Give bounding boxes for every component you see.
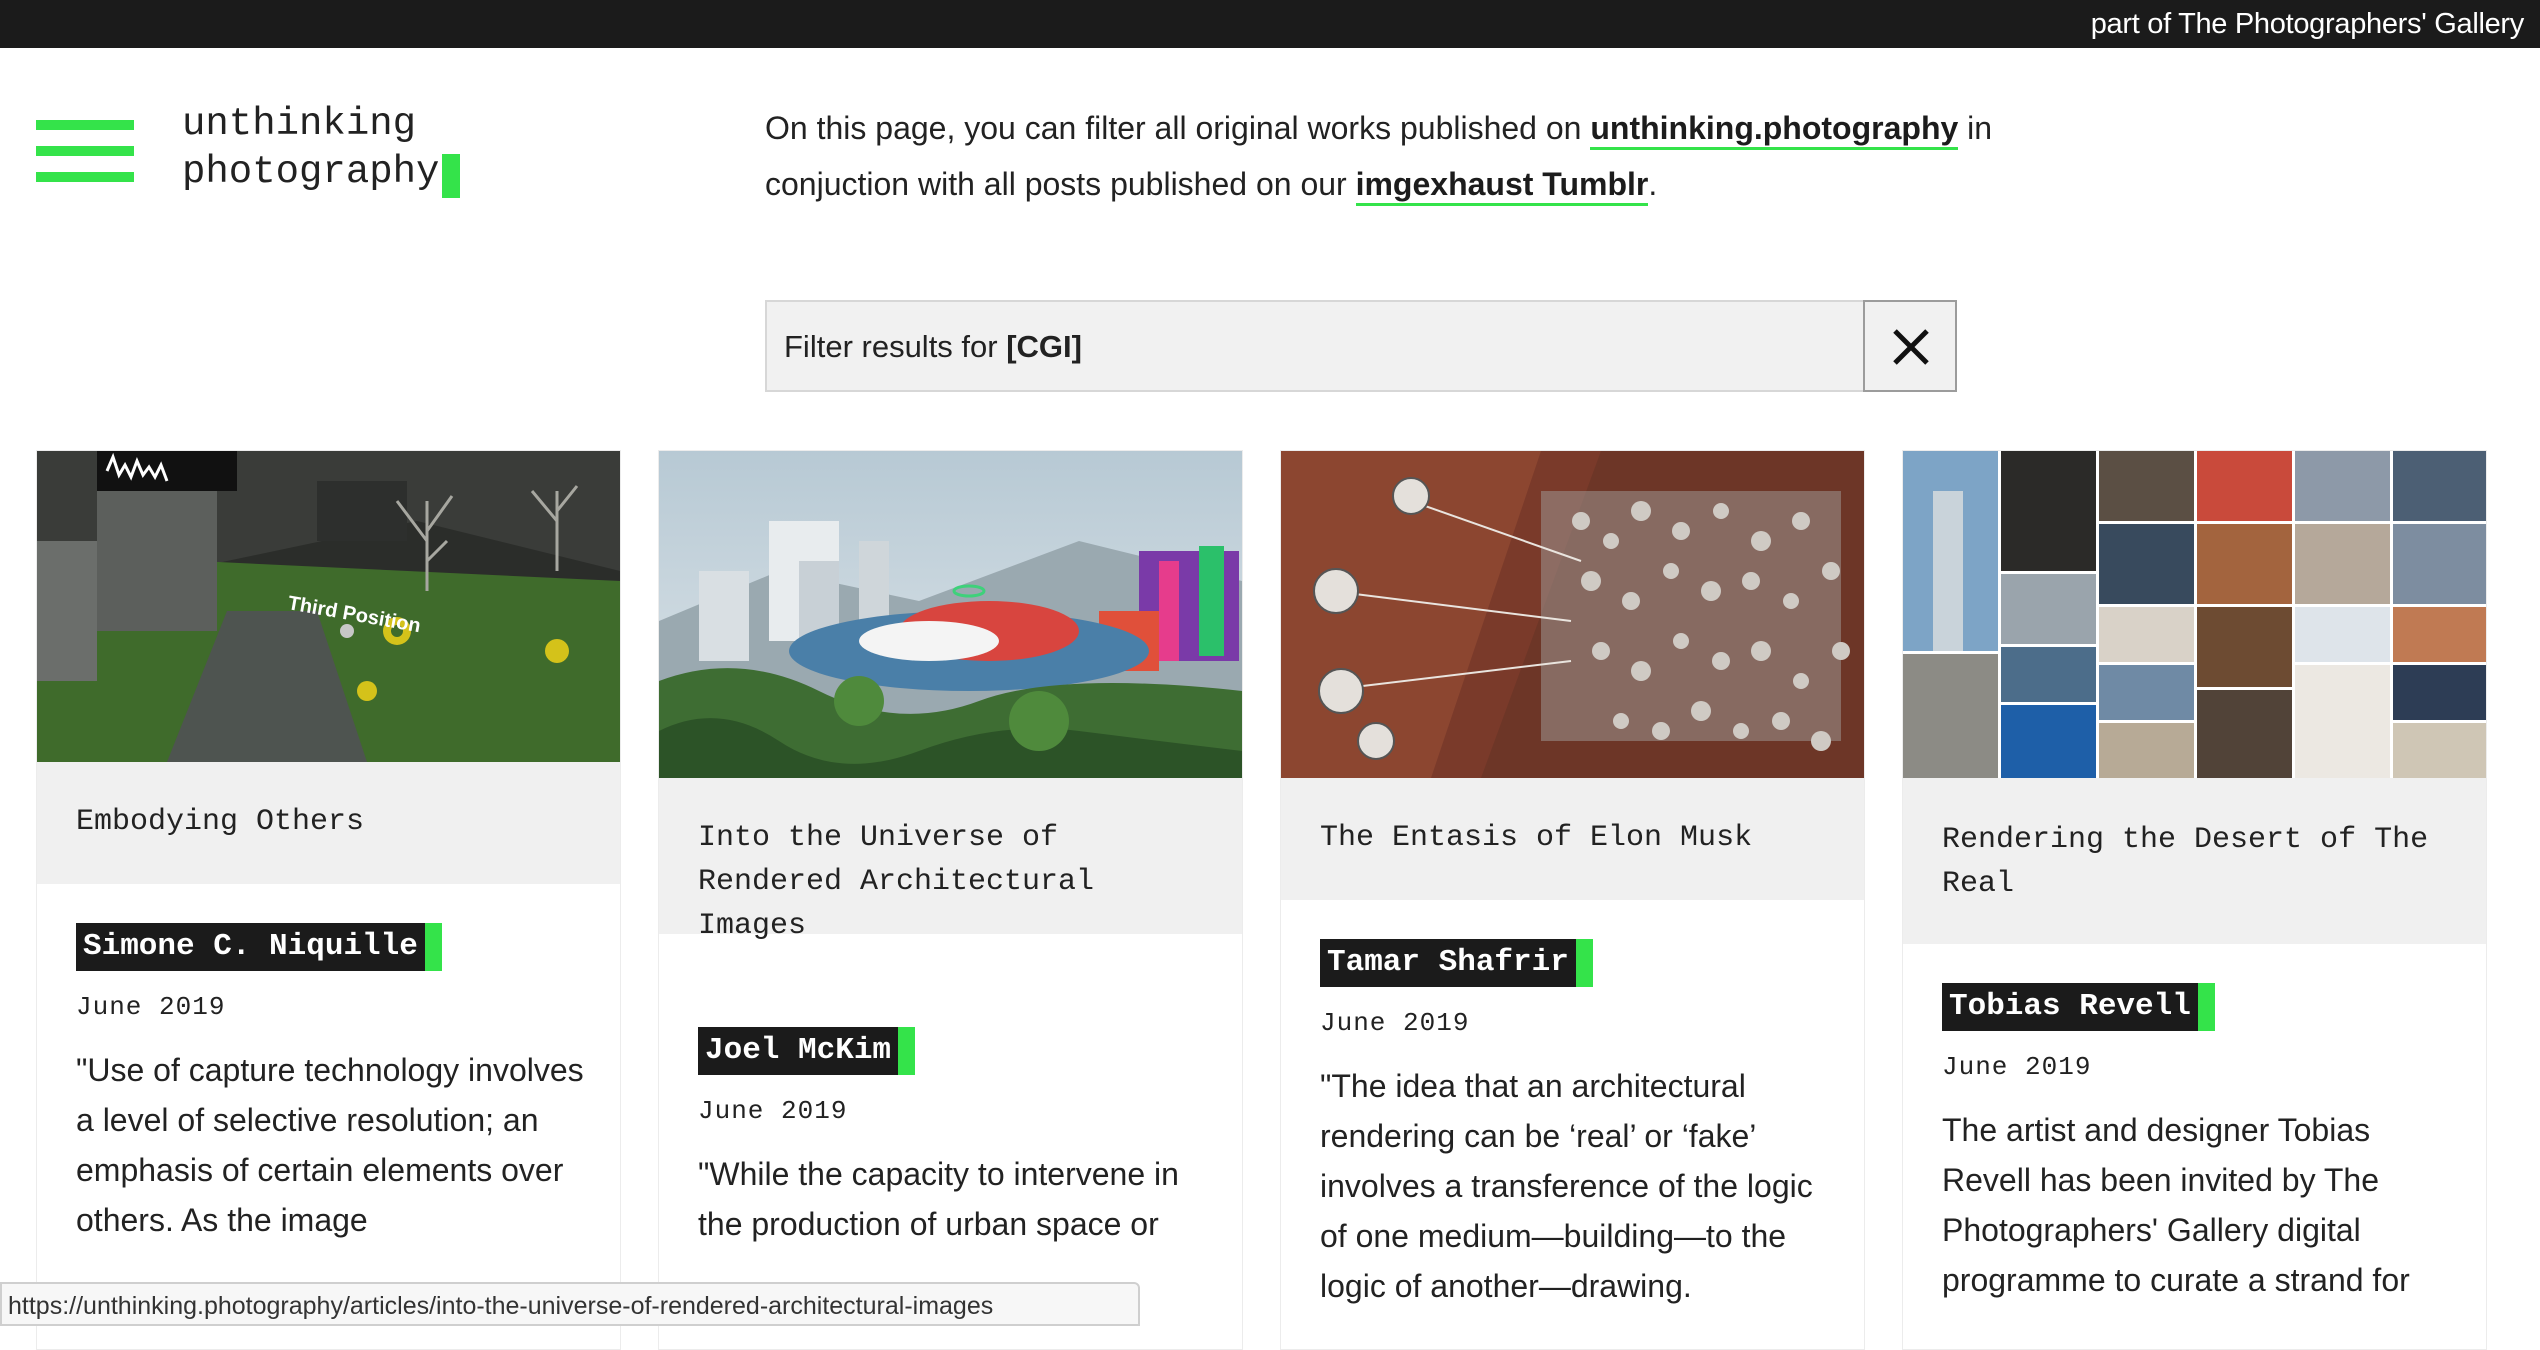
card-title-box: Into the Universe of Rendered Architectu… [659,778,1242,943]
filter-results-text: Filter results for [CGI] [784,328,1082,366]
logo-cursor-block [442,154,460,198]
article-title[interactable]: Rendering the Desert of The Real [1942,818,2456,906]
clear-filter-button[interactable] [1863,300,1957,392]
article-card[interactable]: Third Position Embodying Others Simone C… [36,450,621,1350]
top-bar: part of The Photographers' Gallery [0,0,2540,48]
article-thumbnail[interactable] [1903,451,2486,778]
author-name: Joel McKim [698,1027,899,1075]
site-logo[interactable]: unthinking photography [182,100,482,210]
article-card[interactable]: Rendering the Desert of The Real Tobias … [1902,450,2487,1350]
article-excerpt: "While the capacity to intervene in the … [698,1156,1179,1242]
author-name: Tobias Revell [1942,983,2198,1031]
author-badge[interactable]: Tobias Revell [1942,983,2215,1033]
article-excerpt: The artist and designer Tobias Revell ha… [1942,1112,2410,1298]
unthinking-photography-link[interactable]: unthinking.photography [1590,110,1959,150]
author-accent-bar [424,923,442,971]
close-icon [1893,329,1929,365]
logo-line-2: photography [182,150,440,194]
photographers-gallery-link[interactable]: part of The Photographers' Gallery [2091,4,2525,44]
author-accent-bar [1575,939,1593,987]
author-accent-bar [898,1027,916,1075]
article-title[interactable]: The Entasis of Elon Musk [1320,816,1834,860]
card-title-box: Embodying Others [37,762,620,884]
card-title-box: Rendering the Desert of The Real [1903,778,2486,944]
author-name: Simone C. Niquille [76,923,425,971]
article-date: June 2019 [76,992,226,1022]
intro-text-3: . [1648,166,1658,202]
imgexhaust-tumblr-link[interactable]: imgexhaust Tumblr [1355,166,1649,206]
menu-line [36,146,134,156]
article-date: June 2019 [1320,1008,1470,1038]
article-thumbnail[interactable]: Third Position [37,451,620,762]
filter-tag: [CGI] [1006,329,1082,364]
filter-intro-text: On this page, you can filter all origina… [765,100,2005,212]
filter-results-box: Filter results for [CGI] [765,300,1955,392]
intro-text-1: On this page, you can filter all origina… [765,110,1591,146]
author-badge[interactable]: Tamar Shafrir [1320,939,1593,989]
author-accent-bar [2197,983,2215,1031]
status-url: https://unthinking.photography/articles/… [8,1292,994,1320]
author-badge[interactable]: Joel McKim [698,1027,916,1077]
article-excerpt: "Use of capture technology involves a le… [76,1052,584,1238]
article-title[interactable]: Embodying Others [76,800,590,844]
article-date: June 2019 [1942,1052,2092,1082]
hamburger-menu-icon[interactable] [36,120,134,182]
article-title[interactable]: Into the Universe of Rendered Architectu… [698,816,1212,948]
link-status-bar: https://unthinking.photography/articles/… [0,1282,1140,1326]
article-card[interactable]: The Entasis of Elon Musk Tamar Shafrir J… [1280,450,1865,1350]
card-title-box: The Entasis of Elon Musk [1281,778,1864,900]
article-thumbnail[interactable] [1281,451,1864,778]
article-card[interactable]: Into the Universe of Rendered Architectu… [658,450,1243,1350]
logo-line-1: unthinking [182,102,417,146]
menu-line [36,120,134,130]
article-excerpt: "The idea that an architectural renderin… [1320,1068,1813,1304]
filter-label: Filter results for [784,329,1007,364]
menu-line [36,172,134,182]
article-thumbnail[interactable] [659,451,1242,778]
author-badge[interactable]: Simone C. Niquille [76,923,442,973]
author-name: Tamar Shafrir [1320,939,1576,987]
article-date: June 2019 [698,1096,848,1126]
